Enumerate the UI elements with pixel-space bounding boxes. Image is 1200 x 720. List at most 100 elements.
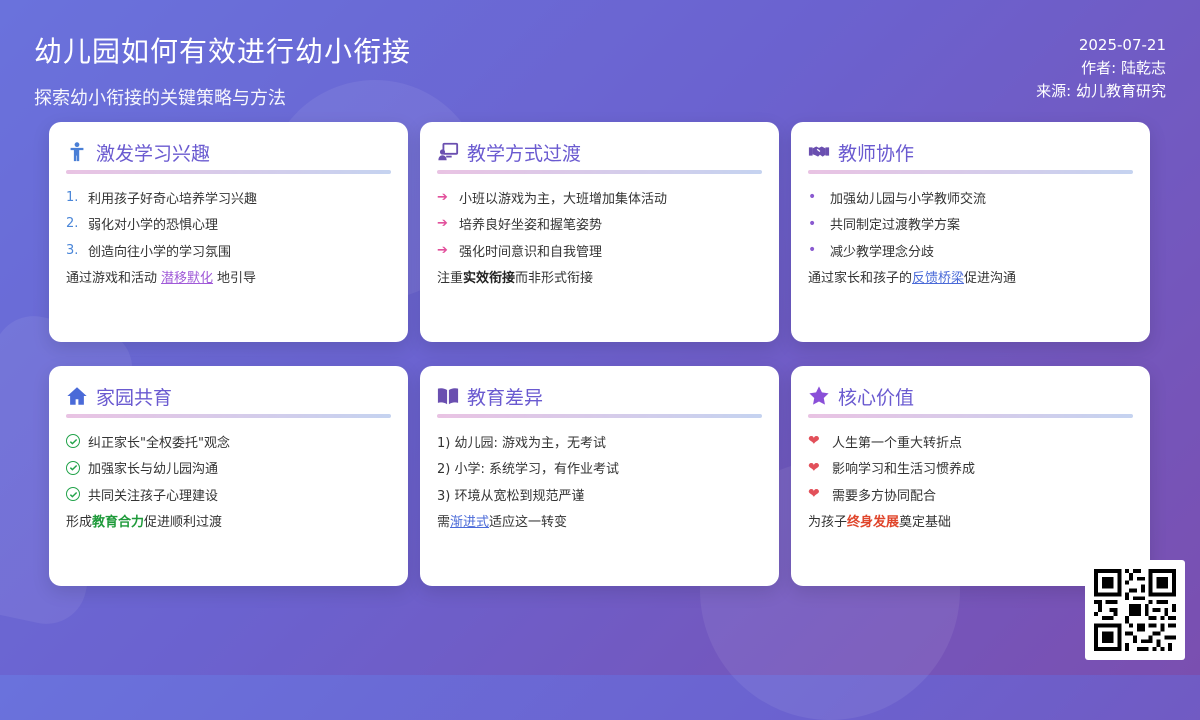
card-core-value: 核心价值 ❤ 人生第一个重大转折点 ❤ 影响学习和生活习惯养成 ❤ 需要多方协同配合 … (791, 366, 1150, 586)
note-text: 形成 (66, 515, 93, 530)
arrow-icon: ➔ (437, 242, 448, 258)
list-item: • 加强幼儿园与小学教师交流 (808, 184, 1133, 211)
note-highlight-link[interactable]: 反馈桥梁 (912, 267, 964, 286)
note-highlight: 实效衔接 (463, 271, 516, 286)
card-note: 需渐进式 适应这一转变 (437, 508, 762, 534)
title-underline (437, 414, 762, 418)
card-title: 核心价值 (838, 386, 915, 409)
list-item-text: 共同制定过渡教学方案 (830, 218, 961, 234)
date-label: 2025-07-21 (1078, 36, 1166, 54)
list-item: 加强家长与幼儿园沟通 (66, 455, 391, 482)
list-item-text: 人生第一个重大转折点 (832, 435, 963, 451)
bullet-icon: • (808, 189, 817, 206)
page-subtitle: 探索幼小衔接的关键策略与方法 (34, 88, 286, 109)
card-education-difference: 教育差异 1) 幼儿园: 游戏为主，无考试 2) 小学: 系统学习，有作业考试 … (420, 366, 779, 586)
heart-icon: ❤ (808, 486, 820, 503)
card-teacher-collaboration: 教师协作 • 加强幼儿园与小学教师交流 • 共同制定过渡教学方案 • 减少教学理念分歧… (791, 122, 1150, 342)
home-icon (66, 385, 88, 407)
note-text: 地引导 (217, 271, 257, 286)
check-circle-icon (66, 434, 80, 449)
list-item: ➔ 小班以游戏为主，大班增加集体活动 (437, 184, 762, 211)
card-title: 教学方式过渡 (467, 142, 582, 165)
list-item: 3) 环境从宽松到规范严谨 (437, 488, 585, 504)
note-text: 适应这一转变 (489, 515, 568, 530)
child-icon (66, 141, 88, 163)
note-text: 通过家长和孩子的 (808, 271, 913, 286)
title-underline (437, 170, 762, 174)
book-icon (437, 385, 459, 407)
card-learning-interest: 激发学习兴趣 1. 利用孩子好奇心培养学习兴趣 2. 弱化对小学的恐惧心理 3. 创造… (49, 122, 408, 342)
note-text: 促进沟通 (964, 271, 1017, 286)
card-list: 1. 利用孩子好奇心培养学习兴趣 2. 弱化对小学的恐惧心理 3. 创造向往小学的学习… (66, 184, 391, 264)
author-label: 作者: 陆乾志 (1081, 59, 1166, 77)
title-underline (808, 414, 1133, 418)
list-item: ❤ 影响学习和生活习惯养成 (808, 455, 1133, 482)
note-text: 注重 (437, 271, 464, 286)
card-grid: 激发学习兴趣 1. 利用孩子好奇心培养学习兴趣 2. 弱化对小学的恐惧心理 3. 创造… (49, 122, 1151, 586)
list-item: 1) 幼儿园: 游戏为主，无考试 (437, 435, 606, 451)
list-number: 1. (66, 189, 79, 205)
list-item-text: 弱化对小学的恐惧心理 (88, 218, 219, 234)
source-label: 来源: 幼儿教育研究 (1036, 82, 1166, 100)
list-item-text: 创造向往小学的学习氛围 (88, 244, 232, 260)
list-item: ➔ 培养良好坐姿和握笔姿势 (437, 211, 762, 238)
qr-code[interactable] (1085, 560, 1185, 660)
note-highlight-link[interactable]: 渐进式 (450, 511, 489, 530)
list-item-text: 纠正家长"全权委托"观念 (88, 435, 230, 451)
card-note: 为孩子 终身发展 奠定基础 (808, 508, 1133, 534)
note-text: 奠定基础 (899, 515, 952, 530)
card-home-school: 家园共育 纠正家长"全权委托"观念 加强家长与幼儿园沟通 共同关注孩子心理建设 … (49, 366, 408, 586)
list-item: ❤ 人生第一个重大转折点 (808, 428, 1133, 455)
list-item: ❤ 需要多方协同配合 (808, 481, 1133, 508)
card-note: 通过家长和孩子的 反馈桥梁 促进沟通 (808, 264, 1133, 290)
note-highlight-link[interactable]: 潜移默化 (161, 267, 213, 286)
note-text: 为孩子 (808, 515, 848, 530)
teacher-board-icon (437, 141, 459, 163)
card-teaching-transition: 教学方式过渡 ➔ 小班以游戏为主，大班增加集体活动 ➔ 培养良好坐姿和握笔姿势 ➔ 强… (420, 122, 779, 342)
note-highlight: 终身发展 (847, 515, 900, 530)
list-item-text: 加强幼儿园与小学教师交流 (830, 191, 987, 207)
list-item-text: 影响学习和生活习惯养成 (832, 462, 976, 478)
card-list: 纠正家长"全权委托"观念 加强家长与幼儿园沟通 共同关注孩子心理建设 (66, 428, 391, 508)
title-underline (808, 170, 1133, 174)
card-title: 教育差异 (467, 386, 544, 409)
list-item-text: 共同关注孩子心理建设 (88, 488, 219, 504)
check-circle-icon (66, 487, 80, 502)
list-item: • 减少教学理念分歧 (808, 237, 1133, 264)
list-number: 2. (66, 216, 79, 232)
list-item-text: 强化时间意识和自我管理 (459, 244, 603, 260)
list-item-text: 利用孩子好奇心培养学习兴趣 (88, 191, 258, 207)
page-meta: 2025-07-21 作者: 陆乾志 来源: 幼儿教育研究 (1036, 34, 1166, 103)
card-list: 1) 幼儿园: 游戏为主，无考试 2) 小学: 系统学习，有作业考试 3) 环境… (437, 428, 762, 508)
list-item: 共同关注孩子心理建设 (66, 481, 391, 508)
list-item-text: 减少教学理念分歧 (830, 244, 935, 260)
list-item: ➔ 强化时间意识和自我管理 (437, 237, 762, 264)
card-note: 注重 实效衔接 而非形式衔接 (437, 264, 762, 290)
list-item: 3. 创造向往小学的学习氛围 (66, 237, 391, 264)
card-title: 家园共育 (96, 386, 173, 409)
list-item: 1. 利用孩子好奇心培养学习兴趣 (66, 184, 391, 211)
heart-icon: ❤ (808, 433, 820, 450)
bullet-icon: • (808, 242, 817, 259)
note-text: 需 (437, 515, 451, 530)
card-list: ➔ 小班以游戏为主，大班增加集体活动 ➔ 培养良好坐姿和握笔姿势 ➔ 强化时间意识和自… (437, 184, 762, 264)
title-underline (66, 414, 391, 418)
card-title: 教师协作 (838, 142, 915, 165)
list-item-text: 需要多方协同配合 (832, 488, 937, 504)
note-text: 而非形式衔接 (515, 271, 594, 286)
page-header: 幼儿园如何有效进行幼小衔接 探索幼小衔接的关键策略与方法 (34, 30, 411, 110)
list-item: 纠正家长"全权委托"观念 (66, 428, 391, 455)
handshake-icon (808, 141, 830, 163)
page-title: 幼儿园如何有效进行幼小衔接 (34, 35, 412, 68)
card-list: ❤ 人生第一个重大转折点 ❤ 影响学习和生活习惯养成 ❤ 需要多方协同配合 (808, 428, 1133, 508)
card-note: 形成 教育合力 促进顺利过渡 (66, 508, 391, 534)
list-item: • 共同制定过渡教学方案 (808, 211, 1133, 238)
note-text: 促进顺利过渡 (144, 515, 223, 530)
list-item-text: 加强家长与幼儿园沟通 (88, 462, 219, 478)
note-highlight: 教育合力 (92, 515, 145, 530)
list-item-text: 培养良好坐姿和握笔姿势 (459, 218, 603, 234)
list-item-text: 小班以游戏为主，大班增加集体活动 (459, 191, 668, 207)
card-note: 通过游戏和活动 潜移默化 地引导 (66, 264, 391, 290)
list-item: 2. 弱化对小学的恐惧心理 (66, 211, 391, 238)
list-item: 2) 小学: 系统学习，有作业考试 (437, 462, 619, 478)
